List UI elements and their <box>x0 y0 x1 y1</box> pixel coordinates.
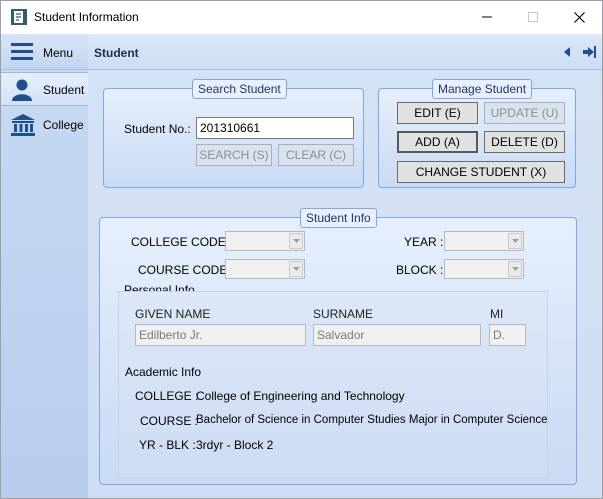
yr-blk-value: 3rdyr - Block 2 <box>196 438 274 452</box>
given-name-label: GIVEN NAME <box>135 307 211 321</box>
student-info-title: Student Info <box>300 208 377 228</box>
chevron-down-icon <box>289 233 303 249</box>
academic-info-heading: Academic Info <box>125 365 202 379</box>
sidebar-item-menu[interactable]: Menu <box>1 34 88 70</box>
student-info-group: Student Info COLLEGE CODE : YEAR : COURS… <box>99 208 577 485</box>
given-name-field[interactable]: Edilberto Jr. <box>135 324 306 346</box>
user-icon <box>12 79 32 101</box>
block-label: BLOCK : <box>396 263 444 277</box>
college-code-combo[interactable] <box>225 231 305 251</box>
chevron-down-icon <box>508 261 522 277</box>
hamburger-menu-icon <box>11 43 33 60</box>
edit-button[interactable]: EDIT (E) <box>397 102 478 124</box>
mi-label: MI <box>490 307 504 321</box>
surname-label: SURNAME <box>313 307 374 321</box>
close-icon <box>573 11 585 23</box>
window-title: Student Information <box>34 10 139 24</box>
maximize-button[interactable] <box>510 1 556 33</box>
student-no-input[interactable] <box>196 117 354 139</box>
surname-field[interactable]: Salvador <box>313 324 481 346</box>
delete-button[interactable]: DELETE (D) <box>484 131 565 153</box>
app-icon <box>11 9 27 25</box>
sidebar: Menu Student College <box>1 34 88 498</box>
logout-icon[interactable] <box>582 45 596 59</box>
college-label: COLLEGE : <box>135 389 199 403</box>
chevron-down-icon <box>289 261 303 277</box>
course-code-combo[interactable] <box>225 259 305 279</box>
block-combo[interactable] <box>444 259 524 279</box>
yr-blk-label: YR - BLK : <box>139 438 196 452</box>
course-value: Bachelor of Science in Computer Studies … <box>196 414 548 426</box>
sidebar-item-label: College <box>43 118 84 132</box>
maximize-icon <box>528 12 538 22</box>
close-button[interactable] <box>556 1 602 33</box>
minimize-icon <box>482 16 492 18</box>
search-student-title: Search Student <box>192 79 287 99</box>
institution-icon <box>11 114 35 136</box>
manage-student-group: Manage Student EDIT (E) UPDATE (U) ADD (… <box>378 79 576 188</box>
sidebar-item-label: Student <box>43 83 85 97</box>
student-information-window: Student Information Menu Student College… <box>0 0 603 499</box>
manage-student-title: Manage Student <box>432 79 533 99</box>
sidebar-item-label: Menu <box>43 46 74 60</box>
add-button[interactable]: ADD (A) <box>397 131 478 153</box>
college-code-label: COLLEGE CODE : <box>131 235 233 249</box>
collapse-left-icon[interactable] <box>560 45 574 59</box>
main-header: Student <box>88 34 602 70</box>
change-student-button[interactable]: CHANGE STUDENT (X) <box>397 161 565 183</box>
year-label: YEAR : <box>404 235 444 249</box>
title-bar[interactable]: Student Information <box>1 1 602 34</box>
student-no-label: Student No.: <box>124 122 191 136</box>
course-label: COURSE : <box>140 414 199 428</box>
main-panel: Student Search Student Student No.: SEAR… <box>88 34 602 498</box>
sidebar-item-college[interactable]: College <box>1 108 88 142</box>
search-button[interactable]: SEARCH (S) <box>196 144 272 166</box>
update-button[interactable]: UPDATE (U) <box>484 102 565 124</box>
mi-field[interactable]: D. <box>489 324 526 346</box>
clear-button[interactable]: CLEAR (C) <box>278 144 354 166</box>
page-title: Student <box>94 46 139 60</box>
personal-academic-panel: GIVEN NAME SURNAME MI Edilberto Jr. Salv… <box>118 291 548 479</box>
minimize-button[interactable] <box>464 1 510 33</box>
year-combo[interactable] <box>444 231 524 251</box>
college-value: College of Engineering and Technology <box>196 389 405 403</box>
course-code-label: COURSE CODE: <box>138 263 231 277</box>
sidebar-item-student[interactable]: Student <box>1 72 88 106</box>
chevron-down-icon <box>508 233 522 249</box>
search-student-group: Search Student Student No.: SEARCH (S) C… <box>103 79 364 188</box>
